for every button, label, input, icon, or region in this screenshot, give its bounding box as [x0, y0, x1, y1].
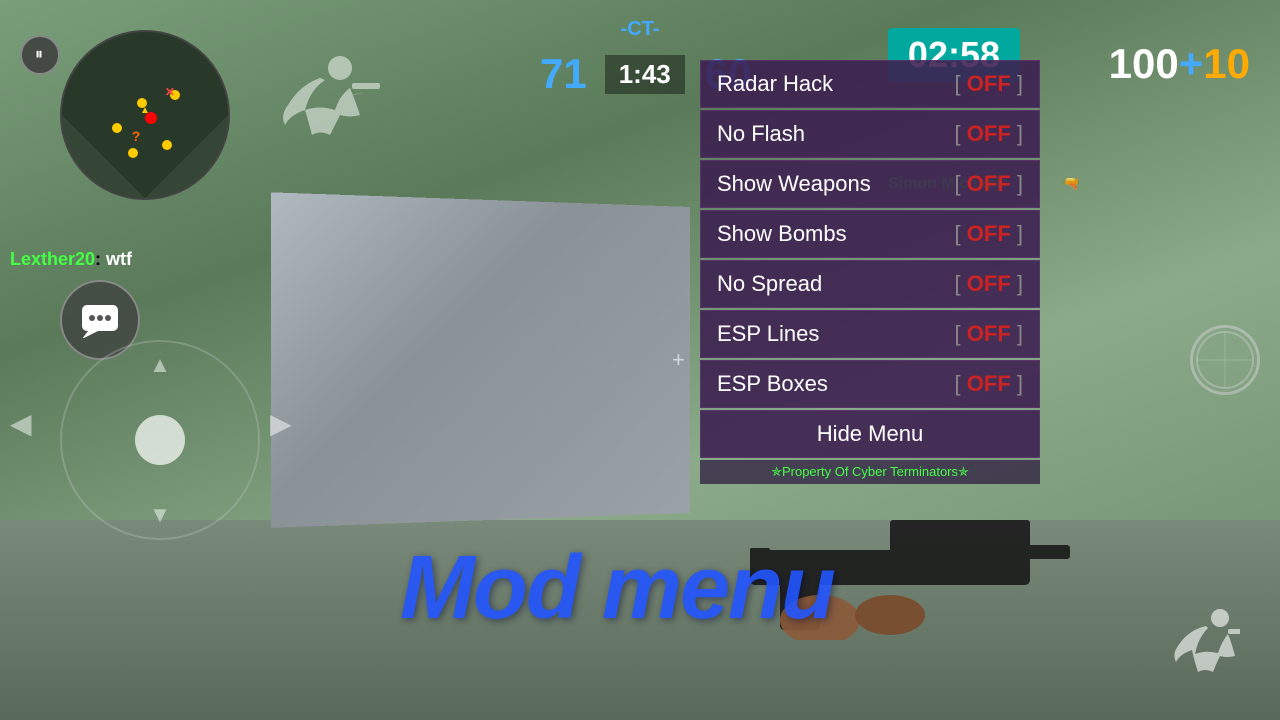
scope-overlay	[1190, 325, 1260, 395]
joystick-down-arrow: ▼	[149, 502, 171, 528]
menu-item-label-2: Show Weapons	[717, 171, 871, 197]
hide-menu-button[interactable]: Hide Menu	[700, 410, 1040, 458]
menu-item-radar-hack[interactable]: Radar Hack [ OFF ]	[700, 60, 1040, 108]
move-left-arrow[interactable]: ◀	[10, 407, 32, 440]
menu-item-label-4: No Spread	[717, 271, 822, 297]
scope-svg	[1195, 330, 1255, 390]
menu-item-status-6: [ OFF ]	[955, 371, 1023, 397]
minimap-question: ?	[132, 128, 141, 144]
mod-menu: Radar Hack [ OFF ] No Flash [ OFF ] Show…	[700, 60, 1040, 484]
menu-items-container: Radar Hack [ OFF ] No Flash [ OFF ] Show…	[700, 60, 1040, 458]
soldier-silhouette-br	[1170, 606, 1240, 686]
health-plus-icon: +	[1179, 40, 1204, 87]
bottom-right-soldier-icon	[1170, 606, 1240, 700]
player-silhouette	[230, 20, 410, 200]
menu-item-status-0: [ OFF ]	[955, 71, 1023, 97]
pause-icon: ⏸	[35, 46, 45, 64]
menu-item-show-bombs[interactable]: Show Bombs [ OFF ]	[700, 210, 1040, 258]
pause-button[interactable]: ⏸	[20, 35, 60, 75]
floor	[0, 520, 1280, 720]
menu-item-status-5: [ OFF ]	[955, 321, 1023, 347]
minimap-dot-4	[162, 140, 172, 150]
menu-item-no-spread[interactable]: No Spread [ OFF ]	[700, 260, 1040, 308]
soldier-icon	[260, 50, 380, 170]
joystick-base[interactable]: ▲ ▼	[60, 340, 260, 540]
health-extra: 10	[1203, 40, 1250, 87]
hud-time: 1:43	[605, 55, 685, 94]
move-right-arrow[interactable]: ▶	[270, 407, 292, 440]
ct-banner: -CT-	[621, 18, 660, 41]
minimap: ▲ ? ✕	[60, 30, 230, 200]
joystick-up-arrow: ▲	[149, 352, 171, 378]
hide-menu-label: Hide Menu	[817, 421, 923, 447]
wall	[271, 192, 690, 527]
health-display: 100+10	[1109, 40, 1250, 88]
menu-item-status-2: [ OFF ]	[955, 171, 1023, 197]
menu-item-label-1: No Flash	[717, 121, 805, 147]
menu-item-show-weapons[interactable]: Show Weapons [ OFF ]	[700, 160, 1040, 208]
health-value: 100	[1109, 40, 1179, 87]
chat-message: Lexther20: wtf	[10, 249, 132, 270]
menu-item-esp-lines[interactable]: ESP Lines [ OFF ]	[700, 310, 1040, 358]
minimap-marker: ▲	[140, 105, 150, 116]
minimap-x: ✕	[165, 85, 175, 99]
menu-item-status-3: [ OFF ]	[955, 221, 1023, 247]
menu-item-label-5: ESP Lines	[717, 321, 819, 347]
menu-item-label-6: ESP Boxes	[717, 371, 828, 397]
player-weapon-icon: 🔫	[1063, 175, 1080, 192]
menu-item-label-0: Radar Hack	[717, 71, 833, 97]
menu-item-no-flash[interactable]: No Flash [ OFF ]	[700, 110, 1040, 158]
menu-footer: ✯Property Of Cyber Terminators✯	[700, 460, 1040, 484]
chat-bubble-icon	[80, 303, 120, 338]
menu-item-status-1: [ OFF ]	[955, 121, 1023, 147]
weapon-svg	[690, 490, 1070, 640]
menu-item-label-3: Show Bombs	[717, 221, 847, 247]
chat-player-name: Lexther20	[10, 249, 95, 269]
menu-item-esp-boxes[interactable]: ESP Boxes [ OFF ]	[700, 360, 1040, 408]
menu-item-status-4: [ OFF ]	[955, 271, 1023, 297]
hud-kills: 71	[540, 50, 587, 98]
joystick-knob[interactable]	[135, 415, 185, 465]
chat-message-text: wtf	[101, 249, 132, 269]
